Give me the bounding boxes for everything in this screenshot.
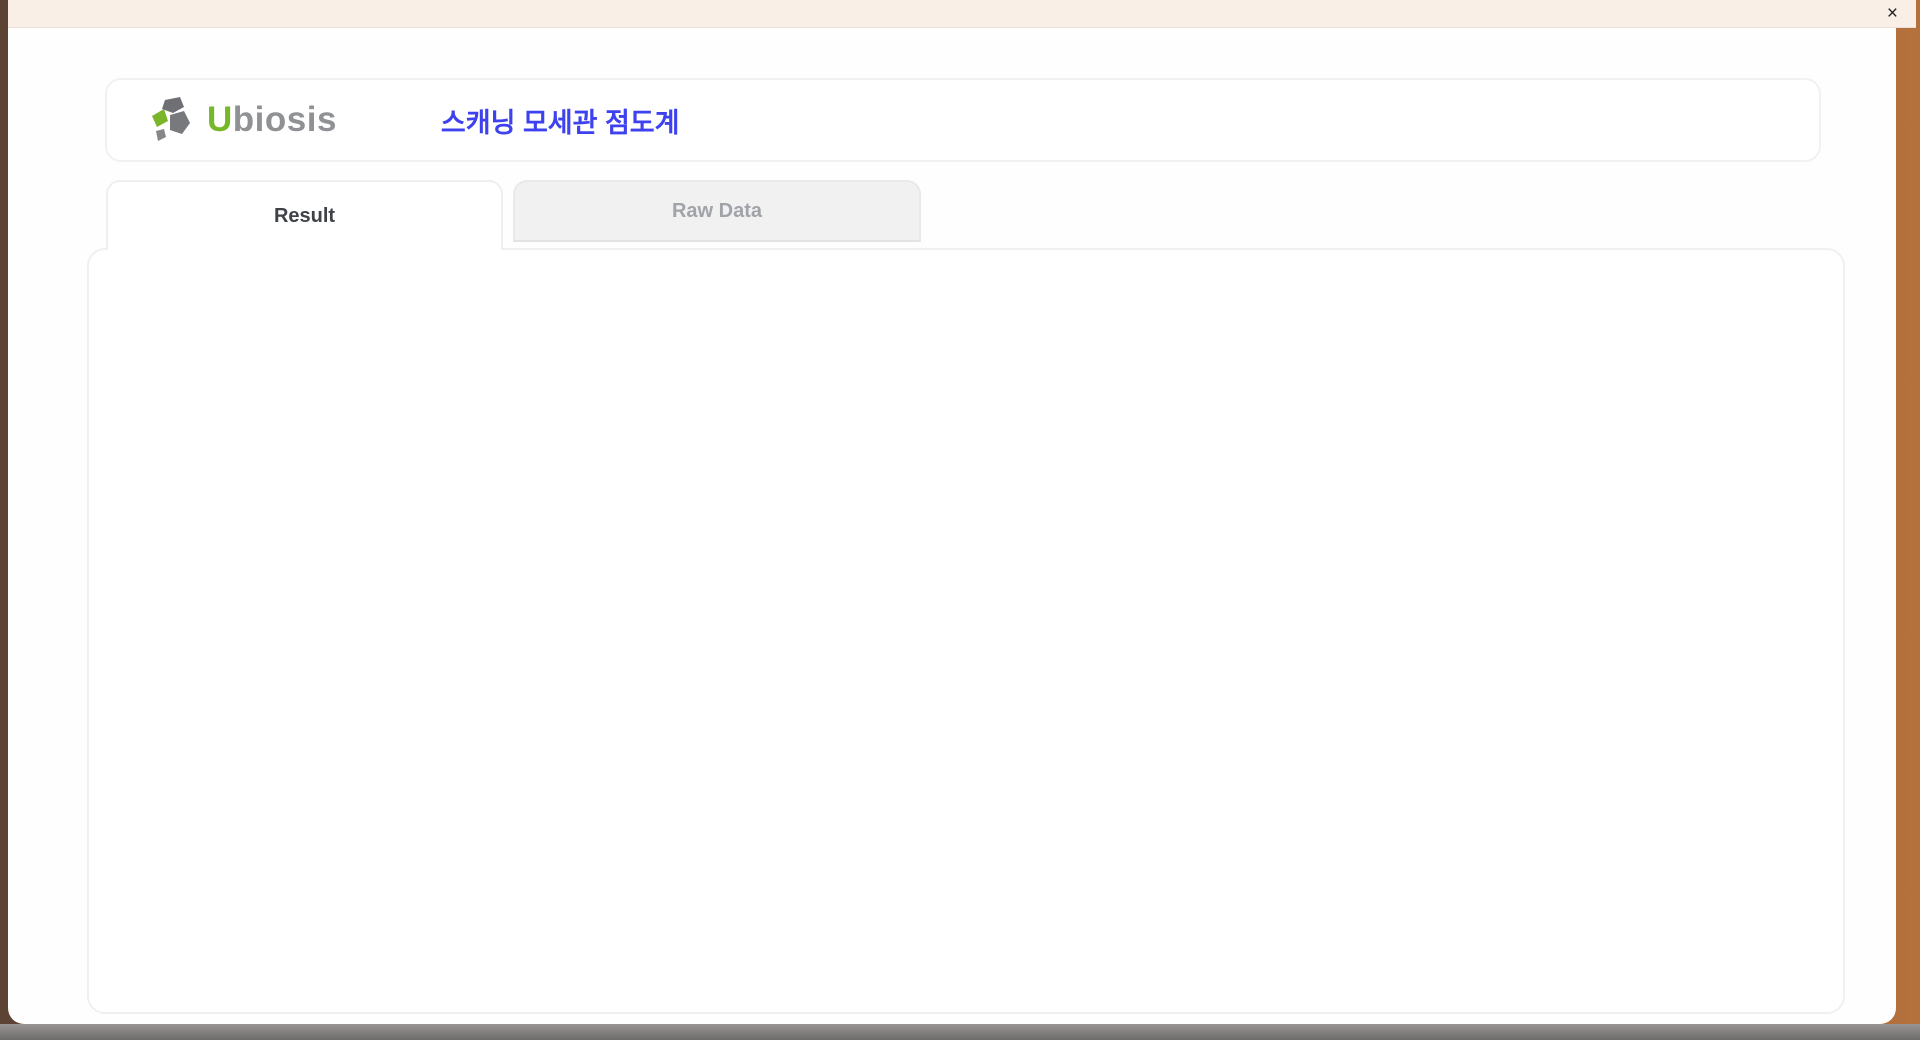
logo-rest: biosis [232, 100, 337, 139]
ubiosis-logo: Ubiosis [149, 97, 337, 143]
logo-text: Ubiosis [207, 100, 337, 140]
tab-result[interactable]: Result [106, 180, 503, 250]
window-titlebar: × [8, 0, 1916, 28]
tab-raw-data[interactable]: Raw Data [513, 180, 921, 242]
window-close-button[interactable]: × [1887, 2, 1898, 26]
app-title: 스캐닝 모세관 점도계 [440, 107, 680, 138]
taskbar [0, 1024, 1920, 1040]
logo-letter-u: U [207, 100, 233, 139]
result-panel [87, 248, 1845, 1014]
header-card: Ubiosis 스캐닝 모세관 점도계 [105, 78, 1821, 162]
app-window: Ubiosis 스캐닝 모세관 점도계 Result Raw Data File… [8, 28, 1896, 1024]
ubiosis-logo-icon [152, 97, 190, 141]
